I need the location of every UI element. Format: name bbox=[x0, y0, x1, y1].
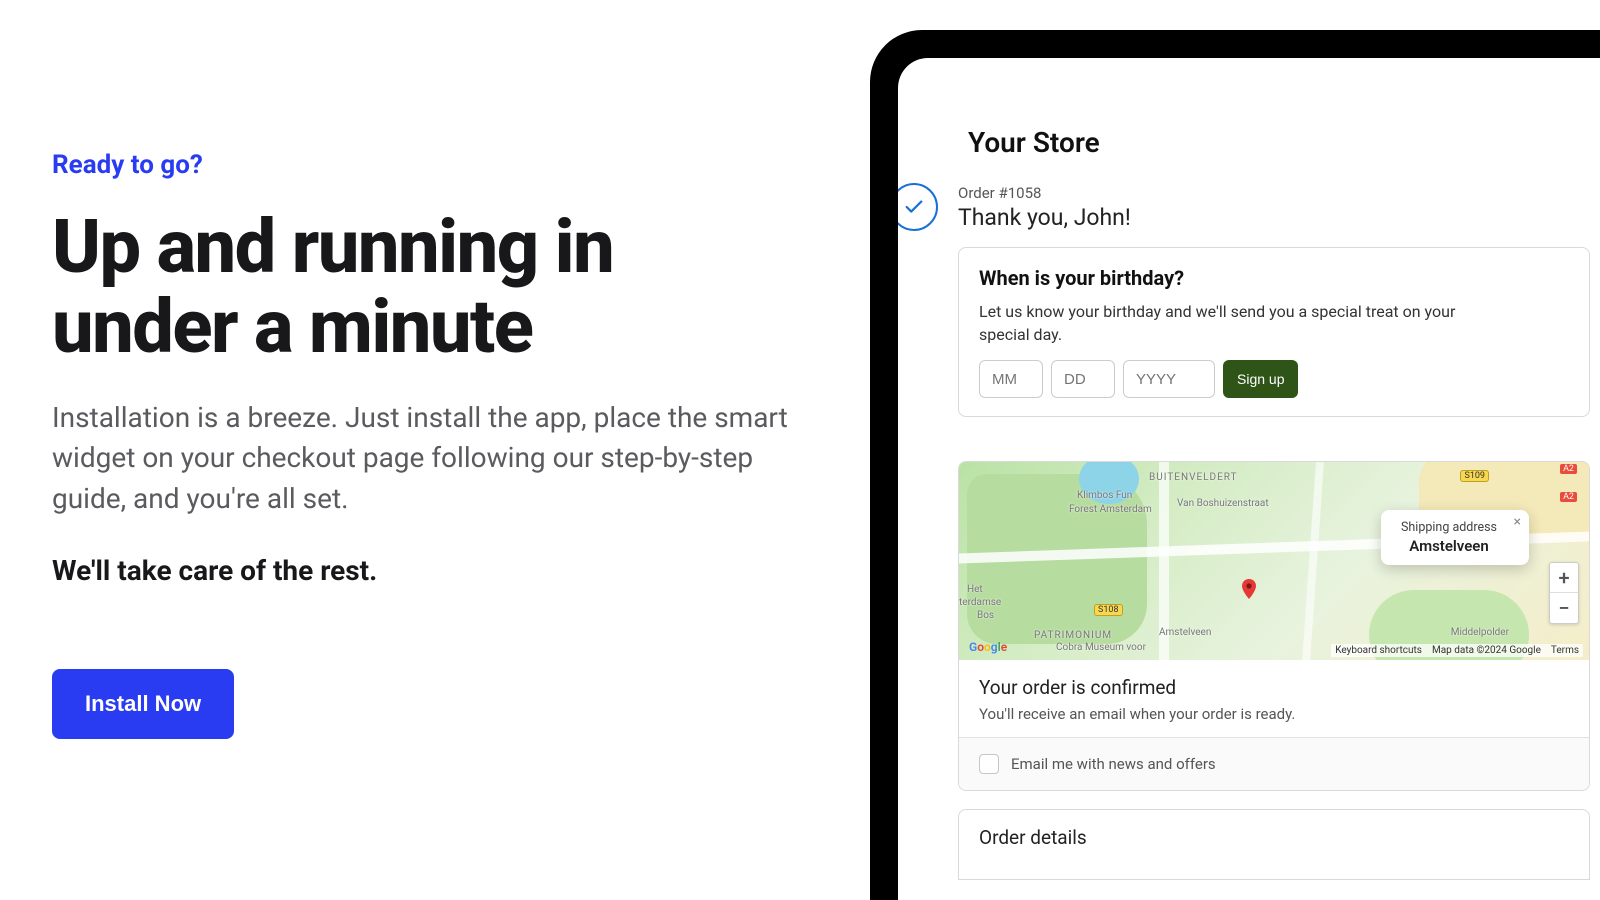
map-label: Cobra Museum voor bbox=[1056, 642, 1146, 653]
map-card: BUITENVELDERT Klimbos Fun Van Boshuizens… bbox=[958, 461, 1590, 791]
order-confirmed-title: Your order is confirmed bbox=[979, 676, 1569, 699]
birthday-month-input[interactable] bbox=[979, 360, 1043, 398]
birthday-subtitle: Let us know your birthday and we'll send… bbox=[979, 300, 1459, 346]
install-now-button[interactable]: Install Now bbox=[52, 669, 234, 739]
birthday-day-input[interactable] bbox=[1051, 360, 1115, 398]
zoom-out-button[interactable]: − bbox=[1550, 593, 1578, 623]
email-optin-checkbox[interactable] bbox=[979, 754, 999, 774]
order-number: Order #1058 bbox=[958, 184, 1131, 202]
bold-line: We'll take care of the rest. bbox=[52, 554, 800, 587]
birthday-card: When is your birthday? Let us know your … bbox=[958, 247, 1590, 417]
map-label: Bos bbox=[977, 610, 994, 621]
google-logo: Google bbox=[969, 640, 1007, 654]
map-label: PATRIMONIUM bbox=[1034, 630, 1112, 641]
birthday-title: When is your birthday? bbox=[979, 266, 1569, 290]
order-confirmed-subtitle: You'll receive an email when your order … bbox=[979, 705, 1569, 723]
signup-button[interactable]: Sign up bbox=[1223, 360, 1298, 398]
eyebrow-text: Ready to go? bbox=[52, 150, 800, 180]
order-details-title: Order details bbox=[979, 826, 1569, 849]
map-label: Amstelveen bbox=[1159, 627, 1211, 638]
road-badge: S109 bbox=[1460, 470, 1489, 482]
map-label: Middelpolder bbox=[1451, 627, 1509, 638]
order-details-card: Order details bbox=[958, 809, 1590, 880]
check-icon bbox=[898, 183, 938, 231]
store-title: Your Store bbox=[968, 126, 1600, 159]
birthday-year-input[interactable] bbox=[1123, 360, 1215, 398]
map-data-label: Map data ©2024 Google bbox=[1432, 645, 1541, 656]
highway-badge: A2 bbox=[1560, 464, 1577, 474]
zoom-controls: + − bbox=[1549, 562, 1579, 624]
map-label: terdamse bbox=[959, 597, 1001, 608]
subtext: Installation is a breeze. Just install t… bbox=[52, 398, 792, 520]
email-optin-label: Email me with news and offers bbox=[1011, 755, 1216, 773]
zoom-in-button[interactable]: + bbox=[1550, 563, 1578, 593]
map-area[interactable]: BUITENVELDERT Klimbos Fun Van Boshuizens… bbox=[959, 462, 1589, 660]
map-label: Forest Amsterdam bbox=[1069, 504, 1152, 515]
map-label: Van Boshuizenstraat bbox=[1177, 498, 1269, 509]
map-pin-icon bbox=[1237, 577, 1261, 601]
close-icon[interactable]: × bbox=[1514, 514, 1521, 530]
road-badge: S108 bbox=[1094, 604, 1123, 616]
map-label: BUITENVELDERT bbox=[1149, 472, 1238, 483]
map-label: Het bbox=[967, 584, 983, 595]
keyboard-shortcuts-link[interactable]: Keyboard shortcuts bbox=[1335, 645, 1422, 656]
device-frame: Your Store Order #1058 Thank you, John! … bbox=[870, 30, 1600, 900]
map-popup: × Shipping address Amstelveen bbox=[1381, 510, 1529, 565]
thank-you-text: Thank you, John! bbox=[958, 204, 1131, 231]
headline: Up and running in under a minute bbox=[52, 208, 800, 368]
device-screen: Your Store Order #1058 Thank you, John! … bbox=[898, 58, 1600, 900]
highway-badge: A2 bbox=[1560, 492, 1577, 502]
terms-link[interactable]: Terms bbox=[1551, 645, 1579, 656]
popup-city: Amstelveen bbox=[1401, 537, 1497, 555]
map-footer: Keyboard shortcuts Map data ©2024 Google… bbox=[1331, 644, 1583, 657]
popup-label: Shipping address bbox=[1401, 520, 1497, 535]
map-label: Klimbos Fun bbox=[1077, 490, 1132, 501]
